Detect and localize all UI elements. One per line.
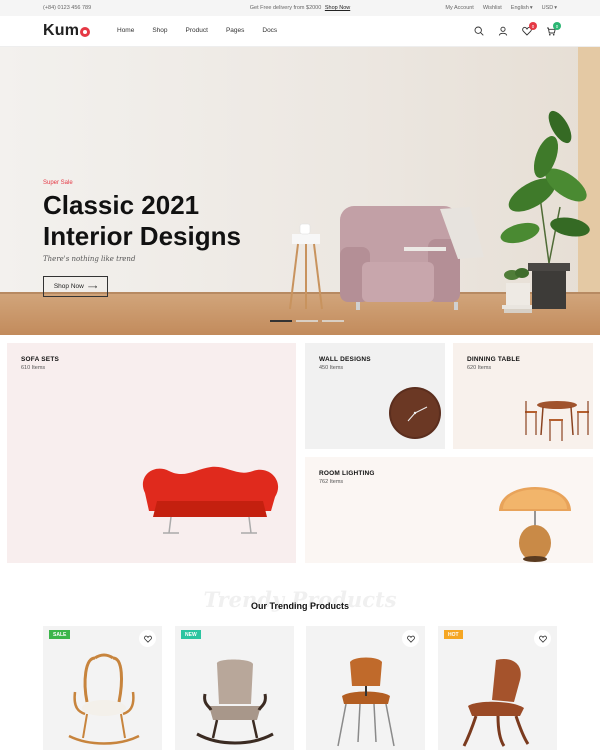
product-card[interactable]: HOT [438, 626, 557, 750]
nav-label: Product [185, 27, 208, 34]
hero-subtitle: There's nothing like trend [43, 255, 136, 263]
logo-dot-icon [80, 27, 91, 37]
language-selector[interactable]: English ▾ [511, 5, 533, 11]
main-nav: Home Shop Product Pages Docs [117, 27, 295, 34]
category-card-dinning-table[interactable]: DINNING TABLE 620 Items [453, 343, 593, 449]
red-sofa-image [142, 466, 279, 534]
hero-armchair-scene-image [289, 110, 590, 313]
shop-now-button[interactable]: Shop Now ⟶ [43, 276, 108, 297]
tufted-rocking-chair-icon [196, 659, 274, 745]
category-count: 762 Items [319, 479, 344, 485]
promo-shop-now-link[interactable]: Shop Now [325, 5, 350, 11]
currency-label: USD [541, 5, 554, 11]
product-tag-hot: HOT [444, 630, 463, 639]
wishlist-heart-icon[interactable]: 0 [521, 22, 537, 37]
wishlist-count-badge: 0 [529, 22, 537, 30]
top-bar: (+84) 0123 456 789 Get Free delivery fro… [0, 0, 600, 16]
lounge-chair-icon [462, 658, 530, 747]
hero-banner: Super Sale Classic 2021 Interior Designs… [0, 47, 600, 335]
nav-label: Home [117, 27, 135, 34]
category-card-sofa-sets[interactable]: SOFA SETS 610 Items [7, 343, 296, 563]
promo-text: Get Free delivery from $2000 [249, 5, 322, 11]
category-title: WALL DESIGNS [319, 356, 371, 363]
category-title: ROOM LIGHTING [319, 470, 375, 477]
nav-item-shop[interactable]: Shop [152, 27, 167, 34]
shop-now-label: Shop Now [53, 283, 84, 290]
wall-clock-image [389, 387, 441, 439]
arrow-right-icon: ⟶ [87, 283, 98, 291]
language-label: English [510, 5, 529, 11]
category-title: DINNING TABLE [467, 356, 521, 363]
rocking-chair-icon [68, 653, 140, 745]
cart-icon[interactable]: 0 [545, 22, 561, 37]
hero-eyebrow: Super Sale [43, 180, 73, 186]
hero-title-line-1: Classic 2021 [43, 190, 200, 220]
category-card-wall-designs[interactable]: WALL DESIGNS 450 Items [305, 343, 445, 449]
currency-selector[interactable]: USD ▾ [542, 5, 557, 11]
category-count: 450 Items [319, 365, 344, 371]
hero-title-line-2: Interior Designs [43, 221, 241, 251]
nav-label: Pages [225, 27, 245, 34]
heart-icon[interactable] [534, 630, 551, 647]
hero-title: Classic 2021 Interior Designs [43, 190, 303, 252]
table-lamp-image [499, 487, 571, 562]
user-icon[interactable] [497, 25, 509, 37]
chevron-down-icon: ▾ [529, 5, 533, 11]
nav-item-docs[interactable]: Docs [262, 27, 277, 34]
section-title: Our Trending Products [250, 601, 349, 611]
slider-dots [270, 320, 344, 322]
category-title: SOFA SETS [21, 356, 60, 363]
product-card[interactable]: NEW [175, 626, 294, 750]
product-card[interactable]: SALE [43, 626, 162, 750]
dining-table-image [525, 401, 589, 441]
wishlist-link[interactable]: Wishlist [483, 5, 502, 11]
nav-item-home[interactable]: Home [117, 27, 134, 34]
slide-dot-2[interactable] [296, 320, 318, 322]
nav-label: Shop [152, 27, 168, 34]
heart-icon[interactable] [139, 630, 156, 647]
nav-item-pages[interactable]: Pages [226, 27, 244, 34]
my-account-link[interactable]: My Account [445, 5, 473, 11]
product-tag-new: NEW [181, 630, 201, 639]
nav-label: Docs [262, 27, 278, 34]
cart-count-badge: 0 [553, 22, 561, 30]
logo-text: Kum [43, 22, 80, 39]
category-count: 620 Items [467, 365, 492, 371]
search-icon[interactable] [473, 25, 485, 37]
slide-dot-3[interactable] [322, 320, 344, 322]
category-count: 610 Items [21, 365, 46, 371]
slide-dot-1[interactable] [270, 320, 292, 322]
main-header: Kum Home Shop Product Pages Docs 0 0 [0, 16, 600, 47]
chevron-down-icon: ▾ [554, 5, 557, 11]
site-logo[interactable]: Kum [43, 22, 91, 40]
nav-item-product[interactable]: Product [186, 27, 208, 34]
product-card[interactable] [306, 626, 425, 750]
wood-chair-icon [337, 657, 395, 747]
category-card-room-lighting[interactable]: ROOM LIGHTING 762 Items [305, 457, 593, 563]
heart-icon[interactable] [402, 630, 419, 647]
header-icons: 0 0 [473, 22, 561, 37]
product-tag-sale: SALE [49, 630, 71, 639]
